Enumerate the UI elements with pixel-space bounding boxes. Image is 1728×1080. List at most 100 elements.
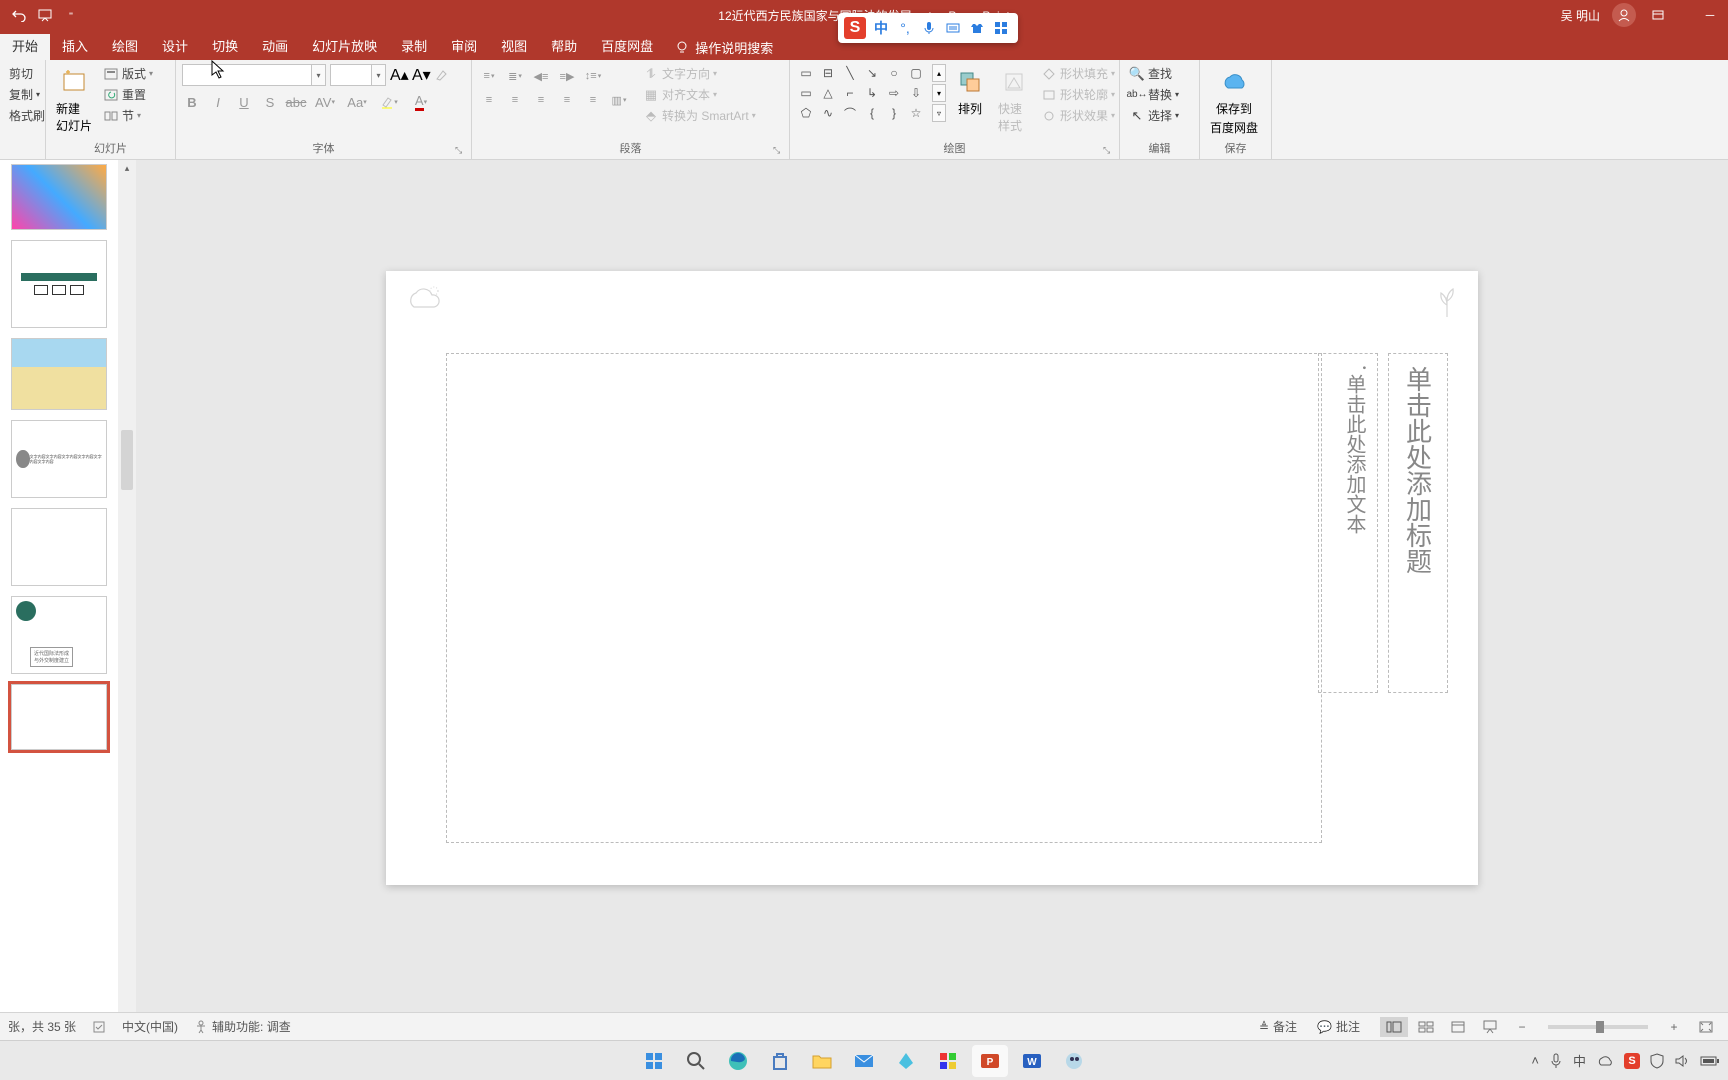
ime-punct-icon[interactable]: °, — [896, 19, 914, 37]
slide-thumb[interactable] — [11, 508, 107, 586]
shape-gallery[interactable]: ▭ ⊟ ╲ ↘ ○ ▢ ▭ △ ⌐ ↳ ⇨ ⇩ ⬠ ∿ ⌒ { } — [796, 64, 932, 124]
align-distribute-button[interactable]: ≡ — [582, 90, 604, 110]
slide-canvas[interactable]: 单击此处添加标题 •单击此处添加文本 — [386, 271, 1478, 885]
tab-animations[interactable]: 动画 — [250, 34, 300, 60]
spell-check-icon[interactable] — [92, 1020, 106, 1034]
powerpoint-icon[interactable]: P — [972, 1045, 1008, 1077]
clear-format-button[interactable] — [434, 68, 452, 82]
scrollbar-thumb[interactable] — [121, 430, 133, 490]
tell-me-search[interactable]: 操作说明搜索 — [665, 34, 783, 60]
shape-gallery-scroll[interactable]: ▴▾▿ — [932, 64, 946, 124]
language-status[interactable]: 中文(中国) — [122, 1018, 178, 1035]
word-icon[interactable]: W — [1014, 1045, 1050, 1077]
shape-arc-icon[interactable]: ⌒ — [840, 104, 860, 122]
line-spacing-button[interactable]: ↕≡▾ — [582, 66, 604, 86]
slide-thumb[interactable]: 近代国际法形成与外交制度建立 — [11, 596, 107, 674]
start-button[interactable] — [636, 1045, 672, 1077]
minimize-button[interactable]: ─ — [1700, 8, 1720, 22]
indent-button[interactable]: ≡▶ — [556, 66, 578, 86]
ime-toolbar[interactable]: S 中 °, — [838, 13, 1018, 43]
font-name-combo[interactable]: ▾ — [182, 64, 326, 86]
store-icon[interactable] — [762, 1045, 798, 1077]
slide-thumb[interactable] — [11, 338, 107, 410]
cut-button[interactable]: 剪切 — [6, 64, 48, 83]
shape-line-icon[interactable]: ╲ — [840, 64, 860, 82]
tab-record[interactable]: 录制 — [389, 34, 439, 60]
tab-insert[interactable]: 插入 — [50, 34, 100, 60]
columns-button[interactable]: ▥▾ — [608, 90, 630, 110]
shape-rect-icon[interactable]: ▭ — [796, 64, 816, 82]
outdent-button[interactable]: ◀≡ — [530, 66, 552, 86]
find-button[interactable]: 🔍查找 — [1126, 64, 1182, 83]
align-center-button[interactable]: ≡ — [504, 90, 526, 110]
grow-font-button[interactable]: A▴ — [390, 65, 408, 85]
copy-button[interactable]: 复制▾ — [6, 85, 48, 104]
tab-view[interactable]: 视图 — [489, 34, 539, 60]
font-color-button[interactable]: A▾ — [408, 92, 434, 112]
tab-slideshow[interactable]: 幻灯片放映 — [300, 34, 389, 60]
tray-battery-icon[interactable] — [1700, 1055, 1720, 1067]
slide-thumbnail-panel[interactable]: 文字内容文字内容文字内容文字内容文字内容文字内容 近代国际法形成与外交制度建立 — [0, 160, 118, 1012]
tab-baidu[interactable]: 百度网盘 — [589, 34, 665, 60]
title-placeholder[interactable]: 单击此处添加标题 — [1388, 353, 1448, 693]
slideshow-view-button[interactable] — [1476, 1017, 1504, 1037]
windows-taskbar[interactable]: P W ˄ 中 S — [0, 1040, 1728, 1080]
shape-effects-button[interactable]: 形状效果▾ — [1038, 106, 1118, 125]
replace-button[interactable]: ab↔替换▾ — [1126, 85, 1182, 104]
app2-icon[interactable] — [930, 1045, 966, 1077]
tab-transitions[interactable]: 切换 — [200, 34, 250, 60]
tray-ime-icon[interactable]: 中 — [1573, 1051, 1586, 1070]
tray-volume-icon[interactable] — [1674, 1054, 1690, 1068]
char-spacing-button[interactable]: AV▾ — [312, 92, 338, 112]
thumbnail-scrollbar[interactable]: ▴ — [118, 160, 136, 1012]
numbering-button[interactable]: ≣▾ — [504, 66, 526, 86]
content-placeholder[interactable] — [446, 353, 1322, 843]
explorer-icon[interactable] — [804, 1045, 840, 1077]
zoom-slider[interactable] — [1548, 1025, 1648, 1029]
bold-button[interactable]: B — [182, 92, 202, 112]
shape-arrow-line-icon[interactable]: ↘ — [862, 64, 882, 82]
mail-icon[interactable] — [846, 1045, 882, 1077]
notes-button[interactable]: ≜ 备注 — [1259, 1018, 1297, 1035]
slideshow-start-icon[interactable] — [38, 8, 52, 22]
tab-review[interactable]: 审阅 — [439, 34, 489, 60]
shape-brace-l-icon[interactable]: { — [862, 104, 882, 122]
shape-elbow-arrow-icon[interactable]: ↳ — [862, 84, 882, 102]
format-painter-button[interactable]: 格式刷 — [6, 106, 48, 125]
shape-roundrect-icon[interactable]: ▢ — [906, 64, 926, 82]
app3-icon[interactable] — [1056, 1045, 1092, 1077]
tab-design[interactable]: 设计 — [150, 34, 200, 60]
font-size-combo[interactable]: ▾ — [330, 64, 386, 86]
shape-freeform-icon[interactable]: ⬠ — [796, 104, 816, 122]
tray-sogou-icon[interactable]: S — [1624, 1053, 1640, 1069]
ime-keyboard-icon[interactable] — [944, 19, 962, 37]
fit-window-button[interactable] — [1692, 1017, 1720, 1037]
shape-outline-button[interactable]: 形状轮廓▾ — [1038, 85, 1118, 104]
shape-textbox-icon[interactable]: ⊟ — [818, 64, 838, 82]
shadow-button[interactable]: S — [260, 92, 280, 112]
tray-onedrive-icon[interactable] — [1596, 1055, 1614, 1067]
shape-oval-icon[interactable]: ○ — [884, 64, 904, 82]
reading-view-button[interactable] — [1444, 1017, 1472, 1037]
section-button[interactable]: 节▾ — [100, 106, 156, 125]
drawing-dialog-launcher[interactable]: ⤡ — [1103, 145, 1115, 157]
quick-styles-button[interactable]: 快速样式 — [994, 64, 1034, 136]
slide-editor[interactable]: 单击此处添加标题 •单击此处添加文本 — [136, 160, 1728, 1012]
ime-toolbox-icon[interactable] — [992, 19, 1010, 37]
italic-button[interactable]: I — [208, 92, 228, 112]
arrange-button[interactable]: 排列 — [950, 64, 990, 119]
ribbon-display-icon[interactable] — [1648, 8, 1668, 22]
zoom-knob[interactable] — [1596, 1021, 1604, 1033]
shape-star-icon[interactable]: ☆ — [906, 104, 926, 122]
smartart-button[interactable]: ⬘转换为 SmartArt▾ — [640, 106, 759, 125]
highlight-button[interactable]: ▾ — [376, 92, 402, 112]
sogou-logo-icon[interactable]: S — [844, 17, 866, 39]
shape-arrow-down-icon[interactable]: ⇩ — [906, 84, 926, 102]
scroll-up-icon[interactable]: ▴ — [118, 160, 136, 176]
ime-lang-icon[interactable]: 中 — [872, 19, 890, 37]
qat-more-icon[interactable]: ⁼ — [64, 8, 78, 22]
shape-triangle-icon[interactable]: △ — [818, 84, 838, 102]
search-button[interactable] — [678, 1045, 714, 1077]
tray-mic-icon[interactable] — [1549, 1053, 1563, 1069]
tab-draw[interactable]: 绘图 — [100, 34, 150, 60]
